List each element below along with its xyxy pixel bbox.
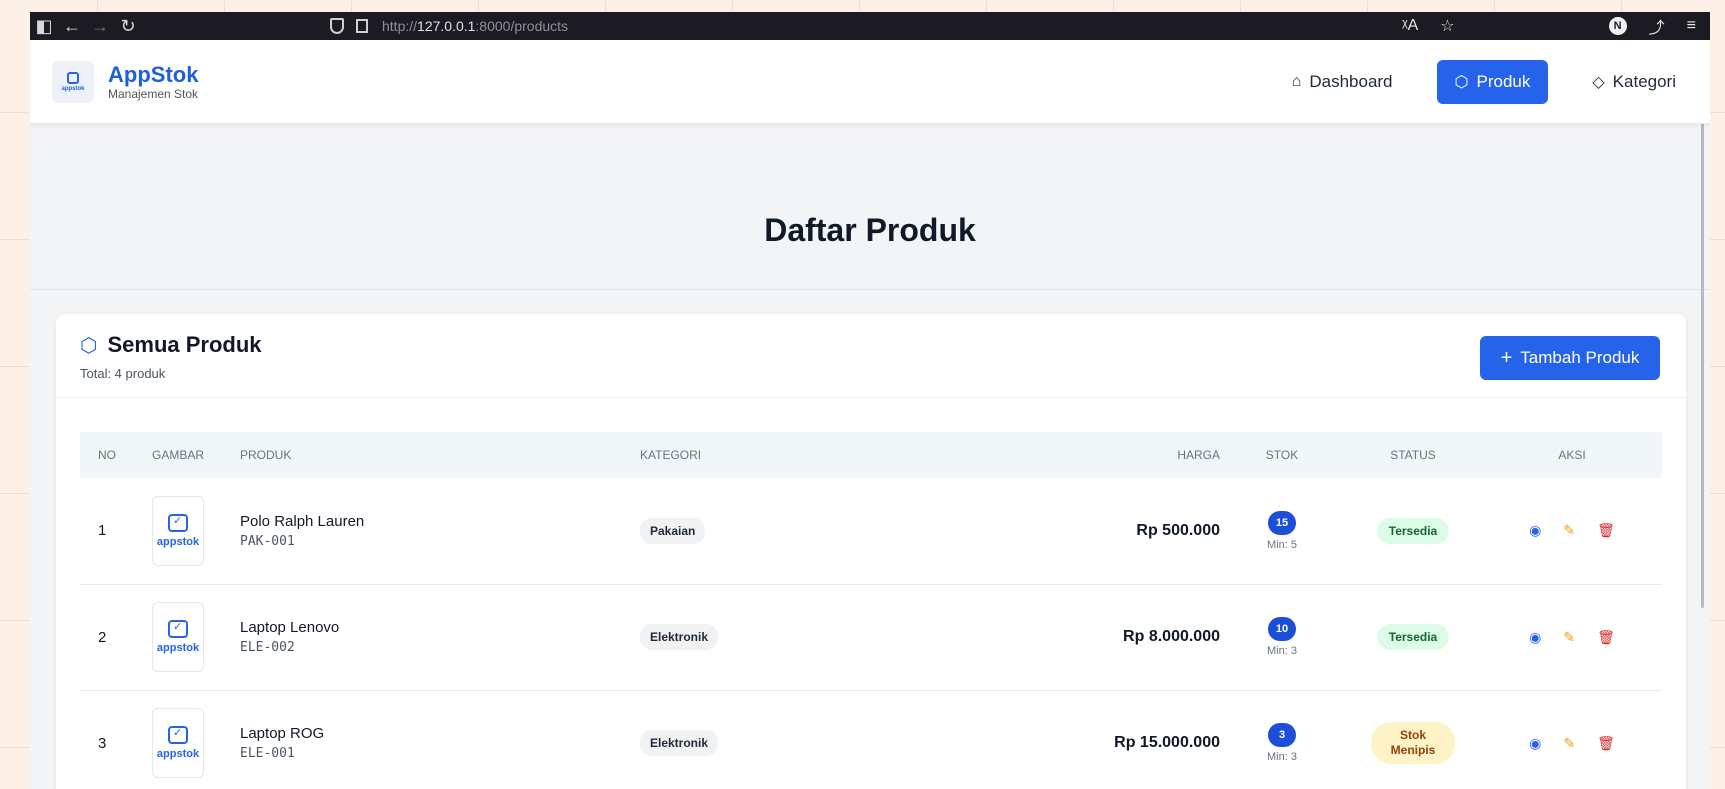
page-header: Daftar Produk: [30, 124, 1710, 290]
app-logo[interactable]: appstok: [52, 60, 94, 103]
edit-icon[interactable]: ✎: [1563, 735, 1575, 752]
brand: AppStok Manajemen Stok: [108, 61, 199, 101]
col-stok: STOK: [1265, 448, 1299, 462]
view-icon[interactable]: ◉: [1529, 629, 1541, 646]
product-code: ELE-002: [240, 640, 295, 655]
reload-icon[interactable]: ↻: [114, 16, 142, 37]
delete-icon[interactable]: 🗑: [1597, 522, 1615, 539]
cube-icon: ⬡: [1454, 74, 1469, 91]
stock-min: Min: 3: [1267, 751, 1297, 763]
stock-min: Min: 5: [1267, 538, 1297, 551]
nav-produk[interactable]: ⬡ Produk: [1436, 60, 1549, 104]
brand-name: AppStok: [108, 61, 199, 87]
product-image: appstok: [152, 708, 204, 778]
shield-icon: [330, 18, 344, 34]
row-number: 2: [98, 628, 107, 646]
nav-dashboard[interactable]: ⌂ Dashboard: [1278, 60, 1407, 104]
view-icon[interactable]: ◉: [1529, 522, 1541, 539]
product-price: Rp 15.000.000: [1114, 734, 1220, 751]
col-produk: PRODUK: [240, 448, 292, 462]
top-navbar: appstok AppStok Manajemen Stok ⌂ Dashboa…: [30, 40, 1710, 124]
product-name: Laptop ROG: [240, 725, 325, 742]
cube-icon: ⬡: [80, 334, 98, 357]
profile-avatar[interactable]: N: [1608, 17, 1627, 35]
col-kategori: KATEGORI: [640, 448, 702, 462]
product-image: appstok: [152, 602, 204, 672]
back-icon[interactable]: ←: [58, 16, 86, 37]
box-icon: [168, 620, 188, 638]
product-price: Rp 500.000: [1136, 521, 1220, 539]
category-badge: Elektronik: [640, 730, 719, 756]
home-icon: ⌂: [1291, 73, 1302, 90]
row-number: 3: [98, 734, 107, 752]
col-aksi: AKSI: [1558, 448, 1586, 462]
product-price: Rp 8.000.000: [1123, 628, 1220, 645]
product-total: Total: 4 produk: [80, 366, 166, 381]
edit-icon[interactable]: ✎: [1563, 522, 1575, 539]
delete-icon[interactable]: 🗑: [1597, 735, 1615, 752]
product-name: Polo Ralph Lauren: [240, 512, 365, 530]
page-icon: [356, 19, 368, 33]
extensions-icon[interactable]: ⤴: [1649, 14, 1665, 38]
table-row: 3 appstok Laptop ROG ELE-001 Elektronik R…: [80, 690, 1662, 789]
stock-min: Min: 3: [1267, 645, 1297, 657]
status-badge: Stok Menipis: [1370, 722, 1456, 764]
view-icon[interactable]: ◉: [1529, 735, 1541, 752]
url-text[interactable]: http://127.0.0.1:8000/products: [382, 18, 568, 34]
table-header-row: NO GAMBAR PRODUK KATEGORI HARGA STOK STA…: [80, 432, 1662, 478]
products-table: NO GAMBAR PRODUK KATEGORI HARGA STOK STA…: [80, 432, 1662, 789]
box-icon: [168, 513, 188, 532]
card-header: ⬡ Semua Produk Total: 4 produk + Tambah …: [56, 314, 1686, 398]
col-gambar: GAMBAR: [152, 448, 205, 462]
translate-icon[interactable]: ᵡA: [1402, 17, 1418, 35]
table-row: 1 appstok Polo Ralph Lauren PAK-001 Pakai…: [80, 478, 1662, 584]
sidebar-toggle-icon[interactable]: ◧: [30, 16, 58, 37]
status-badge: Tersedia: [1376, 624, 1450, 650]
row-number: 1: [98, 522, 107, 540]
col-no: NO: [98, 448, 116, 462]
nav-kategori[interactable]: ◇ Kategori: [1578, 60, 1690, 104]
table-row: 2 appstok Laptop Lenovo ELE-002 Elektroni…: [80, 584, 1662, 690]
col-status: STATUS: [1390, 448, 1436, 462]
add-product-button[interactable]: + Tambah Produk: [1480, 336, 1660, 380]
scrollbar[interactable]: [1701, 48, 1704, 608]
box-icon: [168, 726, 188, 744]
product-code: PAK-001: [240, 533, 295, 549]
page-title: Daftar Produk: [764, 212, 976, 248]
col-harga: HARGA: [1177, 448, 1220, 462]
stock-badge: 10: [1268, 617, 1296, 641]
forward-icon[interactable]: →: [86, 16, 114, 37]
app-window: appstok AppStok Manajemen Stok ⌂ Dashboa…: [30, 40, 1710, 789]
tag-icon: ◇: [1592, 74, 1605, 91]
product-name: Laptop Lenovo: [240, 619, 340, 636]
bookmark-star-icon[interactable]: ☆: [1440, 16, 1454, 36]
products-card: ⬡ Semua Produk Total: 4 produk + Tambah …: [56, 314, 1686, 789]
menu-icon[interactable]: ≡: [1687, 17, 1696, 35]
edit-icon[interactable]: ✎: [1563, 629, 1575, 646]
category-badge: Pakaian: [640, 517, 706, 544]
status-badge: Tersedia: [1376, 517, 1450, 544]
stock-badge: 3: [1268, 723, 1296, 747]
brand-subtitle: Manajemen Stok: [108, 86, 199, 101]
product-code: ELE-001: [240, 746, 295, 761]
delete-icon[interactable]: 🗑: [1597, 629, 1615, 646]
stock-badge: 15: [1268, 510, 1296, 535]
nav-links: ⌂ Dashboard ⬡ Produk ◇ Kategori: [1278, 40, 1710, 124]
address-bar[interactable]: http://127.0.0.1:8000/products: [330, 12, 1460, 40]
plus-icon: +: [1500, 346, 1513, 369]
card-title: ⬡ Semua Produk: [80, 332, 262, 357]
browser-toolbar: ◧ ← → ↻ http://127.0.0.1:8000/products ᵡ…: [30, 12, 1710, 40]
box-icon: [67, 71, 79, 84]
category-badge: Elektronik: [640, 624, 719, 650]
product-image: appstok: [152, 495, 204, 566]
